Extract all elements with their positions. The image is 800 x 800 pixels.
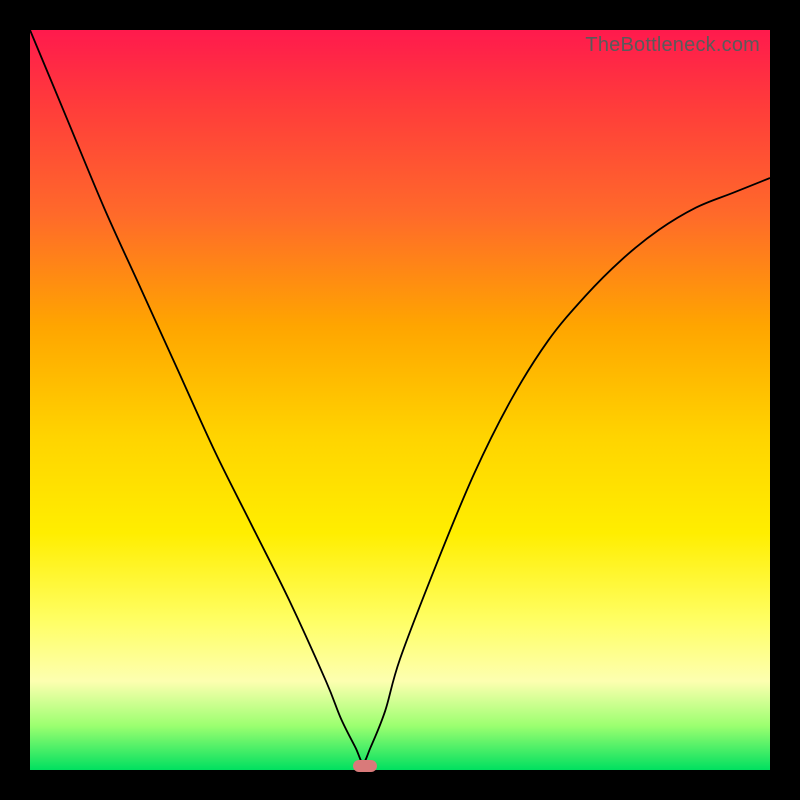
curve-path: [30, 30, 770, 763]
plot-area: TheBottleneck.com: [30, 30, 770, 770]
optimum-marker: [353, 760, 377, 772]
chart-frame: TheBottleneck.com: [0, 0, 800, 800]
bottleneck-curve: [30, 30, 770, 770]
watermark-text: TheBottleneck.com: [585, 34, 760, 57]
